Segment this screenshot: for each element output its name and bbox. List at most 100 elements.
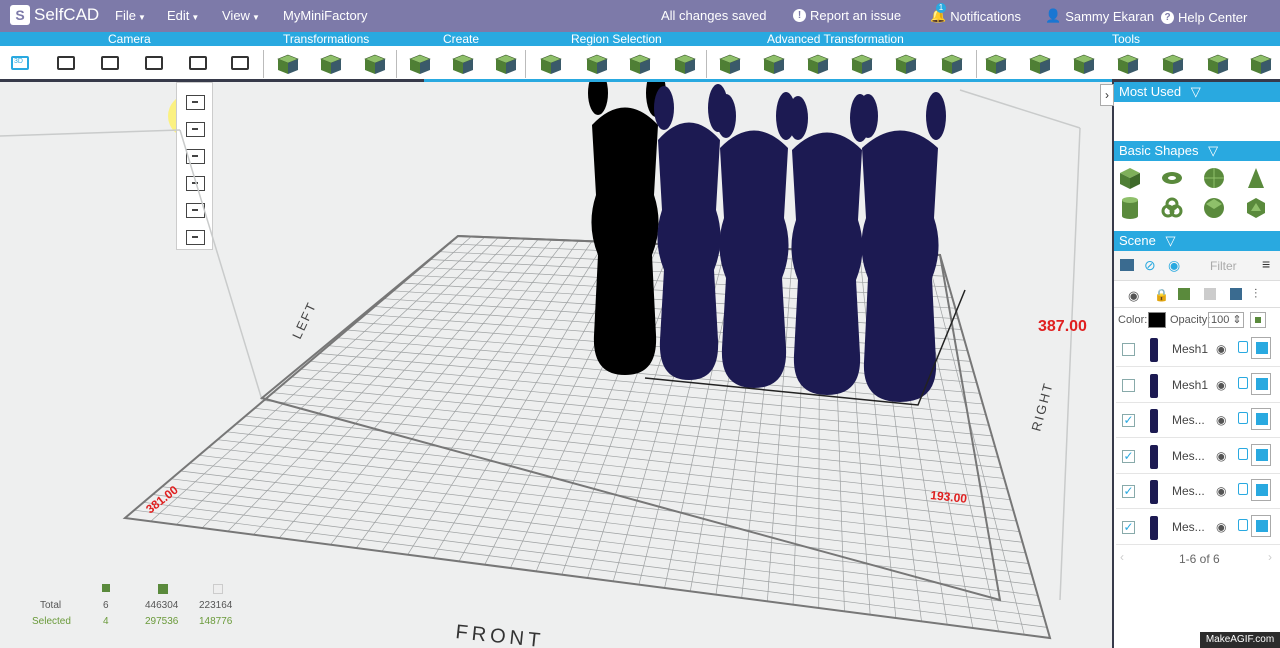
filter-input[interactable]: Filter <box>1210 255 1250 277</box>
mesh-model[interactable] <box>654 84 728 380</box>
mesh-select-checkbox[interactable] <box>1122 343 1135 356</box>
sketch-tool-icon[interactable] <box>941 54 963 74</box>
lock-icon[interactable] <box>1238 376 1248 389</box>
scene-mesh-row[interactable]: ✓ Mes... ◉ <box>1116 439 1280 474</box>
scene-mesh-row[interactable]: ✓ Mes... ◉ <box>1116 510 1280 545</box>
basic-shapes-header[interactable]: Basic Shapes ▽ <box>1114 141 1280 161</box>
mesh-model[interactable] <box>588 82 666 375</box>
scene-mesh-row[interactable]: Mesh1 ◉ <box>1116 368 1280 403</box>
boolean-tool-icon[interactable] <box>719 54 741 74</box>
eye-icon[interactable]: ◉ <box>1216 413 1226 427</box>
mesh-name[interactable]: Mes... <box>1172 449 1205 463</box>
mirror-tool-icon[interactable] <box>495 54 517 74</box>
knot-shape-icon[interactable] <box>1160 196 1184 220</box>
mesh-select-checkbox[interactable]: ✓ <box>1122 449 1135 463</box>
mesh-select-checkbox[interactable] <box>1122 378 1135 392</box>
scene-header[interactable]: Scene ▽ <box>1114 231 1280 251</box>
group-icon[interactable] <box>1120 259 1134 271</box>
extrude-tool-icon[interactable] <box>409 54 431 74</box>
eye-icon[interactable]: ◉ <box>1216 484 1226 498</box>
eye-icon[interactable]: ◉ <box>1168 257 1180 274</box>
lock-icon[interactable] <box>1238 483 1248 495</box>
opacity-input[interactable]: 100 ⇕ <box>1208 312 1244 328</box>
scene-mesh-row[interactable]: ✓ Mes... ◉ <box>1116 403 1280 438</box>
mesh-select-checkbox[interactable]: ✓ <box>1122 485 1135 498</box>
bend-tool-icon[interactable] <box>895 54 917 74</box>
most-used-header[interactable]: Most Used ▽ <box>1114 82 1280 102</box>
slice-tool-icon[interactable] <box>1029 54 1051 74</box>
eye-icon[interactable]: ◉ <box>1216 342 1226 356</box>
report-issue-link[interactable]: ! Report an issue <box>793 8 901 23</box>
user-menu[interactable]: 👤 Sammy Ekaran <box>1045 8 1154 24</box>
collapse-panel-chevron-icon[interactable]: › <box>1100 84 1114 106</box>
category-tools[interactable]: Tools <box>1112 32 1140 46</box>
color-swatch[interactable] <box>1148 312 1166 328</box>
vertex-select-tool-icon[interactable] <box>629 54 651 74</box>
rotate-tool-icon[interactable] <box>364 54 386 74</box>
lock-icon[interactable] <box>1238 412 1248 424</box>
next-page-icon[interactable]: › <box>1268 550 1272 564</box>
menu-edit[interactable]: Edit ▼ <box>167 8 199 23</box>
mesh-cube-icon[interactable] <box>1251 408 1271 430</box>
eye-icon[interactable]: ◉ <box>1216 449 1226 463</box>
apply-color-icon[interactable] <box>1250 312 1266 328</box>
scene-mesh-row[interactable]: ✓ Mes... ◉ <box>1116 474 1280 509</box>
mesh-cube-icon[interactable] <box>1251 337 1271 359</box>
brush-tool-icon[interactable] <box>1250 54 1272 74</box>
cone-shape-icon[interactable] <box>1244 166 1268 190</box>
lock-icon[interactable] <box>1238 341 1248 353</box>
cube-shape-icon[interactable] <box>1118 166 1142 190</box>
category-advanced-transformation[interactable]: Advanced Transformation <box>767 32 904 46</box>
models-group[interactable] <box>588 82 946 402</box>
mesh-cube-icon[interactable] <box>1251 372 1271 395</box>
mesh-cube-icon[interactable] <box>1251 514 1271 537</box>
mesh-select-checkbox[interactable]: ✓ <box>1122 520 1135 534</box>
mesh-model[interactable] <box>788 94 870 395</box>
lock-icon[interactable]: 🔒 <box>1154 288 1169 302</box>
mesh-model[interactable] <box>858 92 946 402</box>
3d-viewport[interactable]: LEFT RIGHT FRONT 381.00 193.00 387.00 <box>0 82 1112 648</box>
sphere-tool-tool-icon[interactable] <box>1117 54 1139 74</box>
solidify-tool-icon[interactable] <box>452 54 474 74</box>
prev-page-icon[interactable]: ‹ <box>1120 550 1124 564</box>
mesh-name[interactable]: Mes... <box>1172 520 1205 534</box>
scale-tool-icon[interactable] <box>320 54 342 74</box>
fill-hole-tool-icon[interactable] <box>1073 54 1095 74</box>
menu-myminifactory[interactable]: MyMiniFactory <box>283 8 368 23</box>
lock-icon[interactable] <box>1238 447 1248 460</box>
magic-tool-icon[interactable] <box>1207 54 1229 74</box>
torus-shape-icon[interactable] <box>1160 166 1184 190</box>
mesh-select-checkbox[interactable]: ✓ <box>1122 414 1135 427</box>
mesh-name[interactable]: Mes... <box>1172 484 1205 498</box>
category-region-selection[interactable]: Region Selection <box>571 32 662 46</box>
category-camera[interactable]: Camera <box>108 32 151 46</box>
edge-select-tool-icon[interactable] <box>586 54 608 74</box>
move-tool-icon[interactable] <box>277 54 299 74</box>
solid-view-icon[interactable] <box>1178 288 1190 300</box>
deform-tool-icon[interactable] <box>763 54 785 74</box>
eye-icon[interactable]: ◉ <box>1216 378 1226 392</box>
menu-file[interactable]: File ▼ <box>115 8 146 23</box>
cube-view-icon[interactable] <box>1230 288 1242 300</box>
mesh-cube-icon[interactable] <box>1251 479 1271 501</box>
twist-tool-icon[interactable] <box>851 54 873 74</box>
wireframe-view-icon[interactable] <box>1204 288 1216 300</box>
menu-view[interactable]: View ▼ <box>222 8 260 23</box>
taper-tool-icon[interactable] <box>807 54 829 74</box>
icosphere-shape-icon[interactable] <box>1244 196 1268 220</box>
sliders-icon[interactable]: ⫶ <box>1254 286 1257 302</box>
scene-mesh-row[interactable]: Mesh1 ◉ <box>1116 332 1280 367</box>
ico-tool-tool-icon[interactable] <box>1162 54 1184 74</box>
notifications-button[interactable]: 🔔 1 Notifications <box>930 3 1021 24</box>
cylinder-shape-icon[interactable] <box>1118 196 1142 220</box>
selfcad-logo[interactable]: S SelfCAD <box>10 5 99 25</box>
help-center-link[interactable]: ? Help Center <box>1161 10 1247 25</box>
mesh-model[interactable] <box>716 92 796 388</box>
mesh-name[interactable]: Mes... <box>1172 413 1205 427</box>
category-create[interactable]: Create <box>443 32 479 46</box>
filter-menu-icon[interactable]: ≡ <box>1262 256 1270 272</box>
category-transformations[interactable]: Transformations <box>283 32 369 46</box>
eye-icon[interactable]: ◉ <box>1216 520 1226 534</box>
face-select-tool-icon[interactable] <box>540 54 562 74</box>
lock-icon[interactable] <box>1238 518 1248 531</box>
